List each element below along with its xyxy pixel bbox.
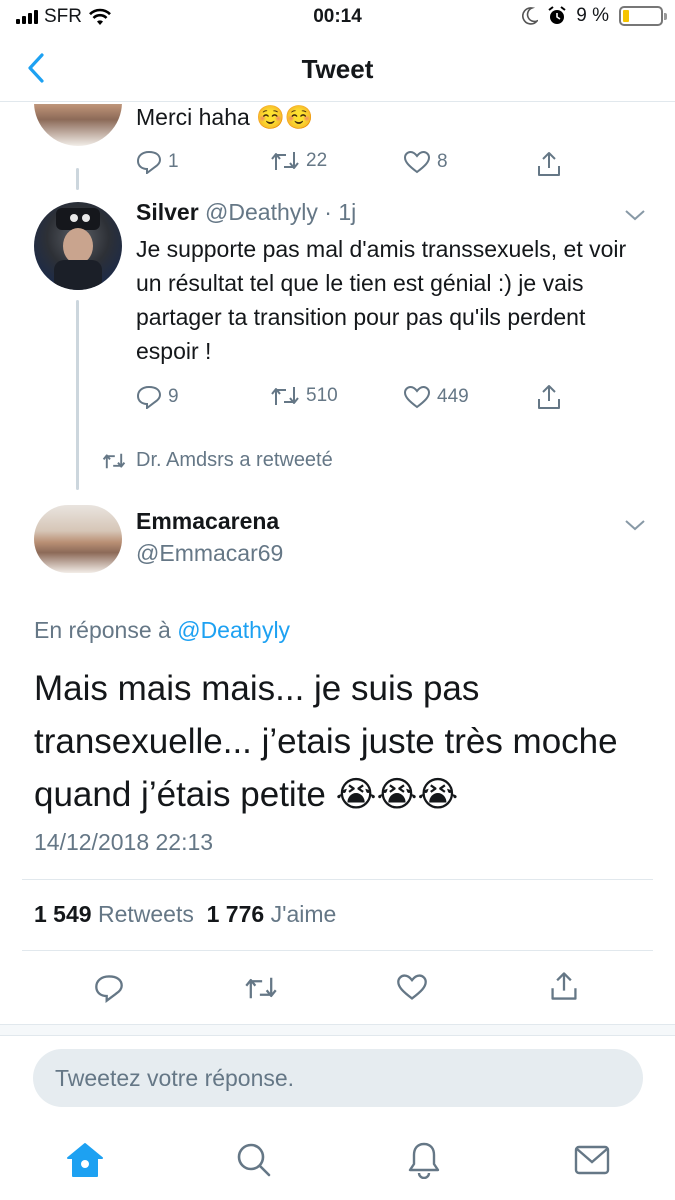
retweet-action[interactable]: 22 xyxy=(270,150,327,172)
heart-icon xyxy=(403,150,431,174)
page-title: Tweet xyxy=(301,54,374,84)
reply-context: En réponse à @Deathyly xyxy=(34,617,290,644)
retweets-count[interactable]: 1 549 xyxy=(34,901,92,927)
tweet-stats: 1 549 Retweets 1 776 J'aime xyxy=(34,901,336,928)
display-name[interactable]: Silver xyxy=(136,199,199,225)
thread-line xyxy=(76,300,79,490)
heart-icon xyxy=(403,385,431,409)
home-icon[interactable] xyxy=(66,1142,104,1178)
share-icon xyxy=(538,385,560,409)
retweet-icon xyxy=(271,387,299,405)
retweet-count: 510 xyxy=(306,385,338,406)
notifications-bell-icon[interactable] xyxy=(406,1141,442,1179)
tweet-text: Merci haha ☺️☺️ xyxy=(136,104,314,130)
reply-action[interactable]: 9 xyxy=(136,385,179,409)
user-handle[interactable]: @Emmacar69 xyxy=(136,540,283,567)
status-right: 9 % xyxy=(522,5,667,27)
display-name[interactable]: Emmacarena xyxy=(136,508,279,535)
likes-count[interactable]: 1 776 xyxy=(207,901,265,927)
status-bar: SFR 00:14 9 % xyxy=(0,0,675,36)
reply-count: 9 xyxy=(168,386,179,407)
tweet-header: Silver @Deathyly · 1j xyxy=(136,199,356,226)
retweeted-by-label: Dr. Amdsrs a retweeté xyxy=(136,449,333,471)
user-handle[interactable]: @Deathyly xyxy=(205,199,318,225)
tab-bar xyxy=(0,1125,675,1200)
avatar[interactable] xyxy=(34,505,122,573)
tweet-age: · 1j xyxy=(324,199,357,225)
avatar[interactable] xyxy=(34,202,122,290)
battery-icon xyxy=(619,6,667,26)
chevron-down-icon[interactable] xyxy=(624,208,646,222)
reply-icon xyxy=(136,150,162,174)
reply-input[interactable]: Tweetez votre réponse. xyxy=(33,1049,643,1107)
avatar-figure xyxy=(54,208,102,290)
search-icon[interactable] xyxy=(236,1142,272,1178)
moon-icon xyxy=(522,7,539,25)
retweets-label[interactable]: Retweets xyxy=(98,901,194,927)
divider xyxy=(22,879,653,880)
tweet-text: Je supporte pas mal d'amis transsexuels,… xyxy=(136,236,627,364)
share-icon xyxy=(538,152,560,176)
share-action[interactable] xyxy=(536,383,562,411)
retweeted-by[interactable]: Dr. Amdsrs a retweeté xyxy=(102,449,333,472)
battery-percent: 9 % xyxy=(576,5,609,26)
retweet-count: 22 xyxy=(306,150,328,171)
retweet-icon xyxy=(271,152,299,170)
thread-line xyxy=(76,168,79,190)
messages-envelope-icon[interactable] xyxy=(574,1145,610,1175)
section-gap xyxy=(0,1024,675,1036)
like-count: 449 xyxy=(437,386,469,407)
retweet-small-icon xyxy=(102,453,126,468)
divider xyxy=(22,950,653,951)
reply-icon[interactable] xyxy=(94,973,124,1003)
nav-bar: Tweet xyxy=(0,36,675,102)
like-action[interactable]: 8 xyxy=(403,150,448,174)
share-action[interactable] xyxy=(536,150,562,178)
reply-count: 1 xyxy=(168,151,179,172)
reply-prefix: En réponse à xyxy=(34,617,171,643)
tweet-timestamp: 14/12/2018 22:13 xyxy=(34,829,214,855)
heart-icon[interactable] xyxy=(396,973,428,1001)
share-icon[interactable] xyxy=(549,970,579,1002)
reply-icon xyxy=(136,385,162,409)
reply-action[interactable]: 1 xyxy=(136,150,179,174)
like-action[interactable]: 449 xyxy=(403,385,469,409)
main-tweet-text: Mais mais mais... je suis pas transexuel… xyxy=(34,669,618,814)
likes-label[interactable]: J'aime xyxy=(271,901,337,927)
chevron-down-icon[interactable] xyxy=(624,518,646,532)
reply-to-link[interactable]: @Deathyly xyxy=(177,617,290,643)
alarm-icon xyxy=(548,6,566,24)
retweet-action[interactable]: 510 xyxy=(270,385,338,407)
retweet-icon[interactable] xyxy=(244,975,278,1001)
like-count: 8 xyxy=(437,151,448,172)
